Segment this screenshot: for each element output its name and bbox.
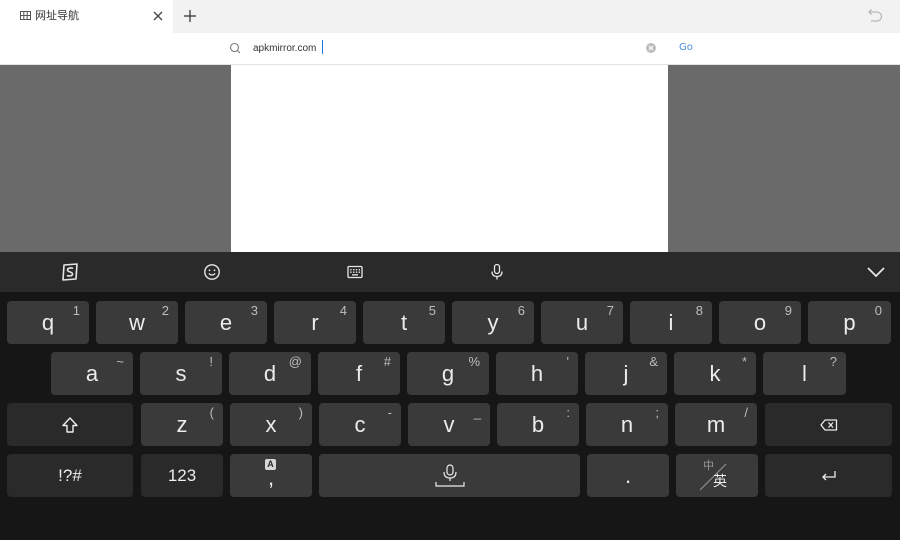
lang-english-label: 英 (713, 474, 727, 490)
keyboard-layout-icon[interactable] (345, 262, 365, 282)
soft-keyboard: q1 w2 e3 r4 t5 y6 u7 i8 o9 p0 a ~ s! d @ f… (0, 252, 900, 540)
key-w[interactable]: w2 (96, 301, 178, 344)
go-button[interactable]: Go (679, 42, 693, 54)
key-o[interactable]: o9 (719, 301, 801, 344)
key-p[interactable]: p0 (808, 301, 891, 344)
key-e[interactable]: e3 (185, 301, 267, 344)
key-j[interactable]: j & (585, 352, 667, 395)
shift-arrow-icon (62, 416, 78, 433)
page-background (0, 65, 900, 252)
keyboard-toolbar (0, 252, 900, 292)
numbers-key[interactable]: 123 (141, 454, 223, 497)
key-n[interactable]: n; (586, 403, 668, 446)
key-u[interactable]: u7 (541, 301, 623, 344)
key-v[interactable]: v _ (408, 403, 490, 446)
sogou-logo-icon[interactable] (60, 262, 80, 282)
key-m[interactable]: m / (675, 403, 757, 446)
key-c[interactable]: c- (319, 403, 401, 446)
collapse-keyboard-chevron-icon[interactable] (866, 262, 886, 282)
tab-strip: 网址导航 (0, 0, 900, 33)
comma-label: , (267, 465, 275, 490)
backspace-icon (819, 418, 837, 431)
key-h[interactable]: h ' (496, 352, 578, 395)
clear-icon[interactable] (645, 42, 657, 54)
microphone-icon[interactable] (487, 262, 507, 282)
shift-key[interactable] (7, 403, 133, 446)
backspace-key[interactable] (765, 403, 892, 446)
language-switch-key[interactable]: 中 英 (676, 454, 758, 497)
enter-key[interactable] (765, 454, 892, 497)
search-icon (229, 42, 241, 54)
period-key[interactable]: . (587, 454, 669, 497)
comma-key[interactable]: A , (230, 454, 312, 497)
key-k[interactable]: k * (674, 352, 756, 395)
key-s[interactable]: s! (140, 352, 222, 395)
key-z[interactable]: z( (141, 403, 223, 446)
key-t[interactable]: t5 (363, 301, 445, 344)
url-input[interactable] (253, 41, 633, 57)
new-tab-plus-icon[interactable] (182, 8, 198, 24)
symbols-key[interactable]: !?# (7, 454, 133, 497)
text-caret (322, 40, 323, 54)
grid-icon (20, 11, 31, 20)
undo-icon[interactable] (865, 8, 883, 24)
key-f[interactable]: f # (318, 352, 400, 395)
web-page-content[interactable] (231, 65, 668, 252)
tab-title: 网址导航 (35, 9, 79, 22)
key-q[interactable]: q1 (7, 301, 89, 344)
key-r[interactable]: r4 (274, 301, 356, 344)
enter-icon (821, 470, 836, 480)
key-b[interactable]: b: (497, 403, 579, 446)
key-d[interactable]: d @ (229, 352, 311, 395)
address-bar: Go (0, 33, 900, 65)
key-g[interactable]: g% (407, 352, 489, 395)
emoji-icon[interactable] (202, 262, 222, 282)
key-x[interactable]: x) (230, 403, 312, 446)
key-a[interactable]: a ~ (51, 352, 133, 395)
key-y[interactable]: y6 (452, 301, 534, 344)
browser-tab[interactable]: 网址导航 (0, 0, 173, 33)
space-key[interactable] (319, 454, 580, 497)
close-icon[interactable] (151, 9, 165, 23)
microphone-icon (434, 463, 465, 487)
key-i[interactable]: i8 (630, 301, 712, 344)
key-l[interactable]: l? (763, 352, 846, 395)
